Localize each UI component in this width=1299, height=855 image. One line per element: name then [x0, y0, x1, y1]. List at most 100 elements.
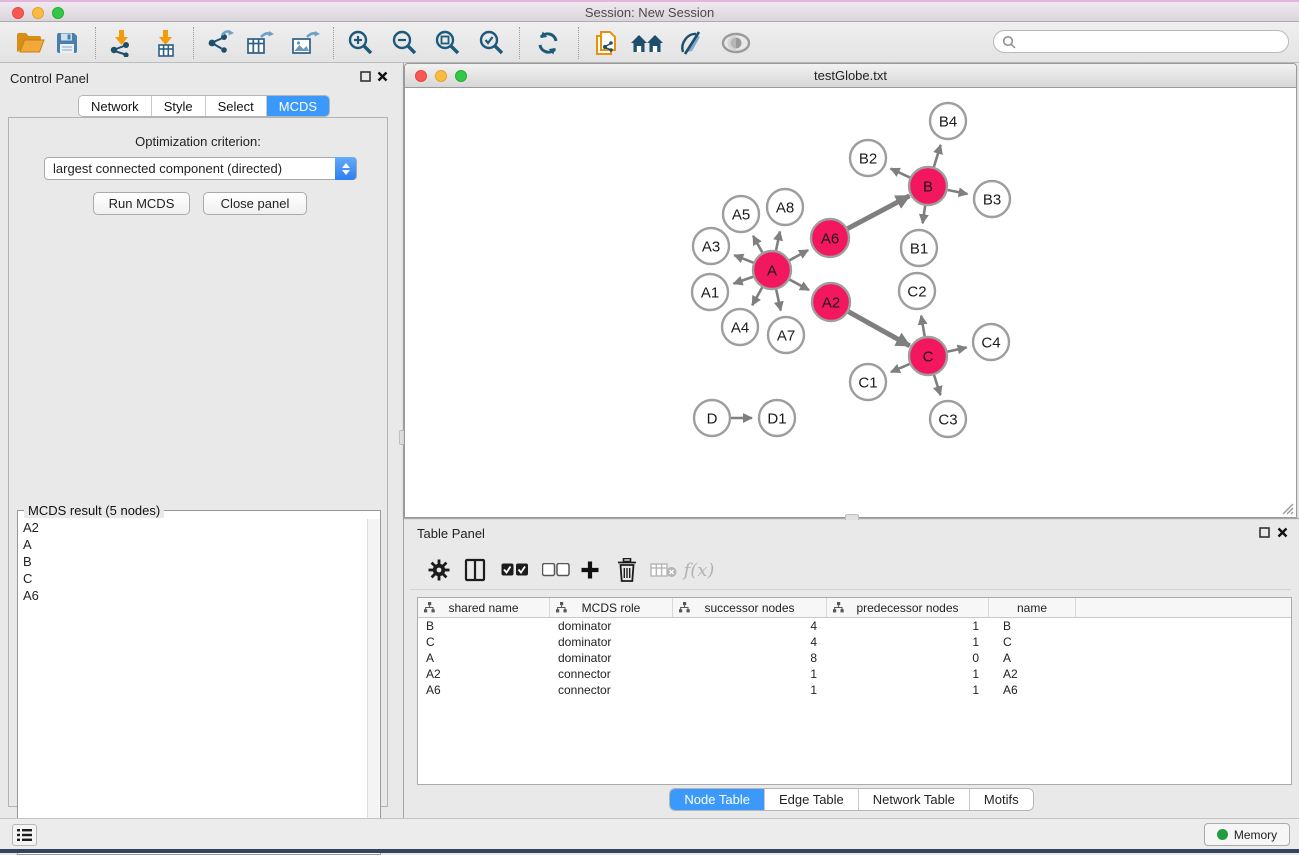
graph-node[interactable]: A8 [767, 189, 803, 225]
close-panel-icon[interactable] [377, 71, 388, 84]
export-network-icon[interactable] [203, 29, 237, 57]
graph-edge[interactable] [776, 289, 781, 311]
table-cell[interactable]: dominator [550, 634, 673, 650]
graph-node[interactable]: C4 [973, 324, 1009, 360]
add-column-icon[interactable] [575, 556, 605, 584]
graph-node[interactable]: B4 [930, 103, 966, 139]
table-cell[interactable]: 8 [673, 650, 827, 666]
task-history-button[interactable] [12, 824, 37, 846]
mcds-result-item[interactable]: A2 [19, 519, 367, 536]
table-cell[interactable]: B [989, 618, 1076, 634]
graph-node[interactable]: B [909, 167, 947, 205]
graph-node[interactable]: A [753, 251, 791, 289]
graph-node[interactable]: C3 [930, 401, 966, 437]
tab-mcds[interactable]: MCDS [267, 96, 329, 116]
table-cell[interactable]: A2 [418, 666, 550, 682]
mcds-result-item[interactable]: C [19, 570, 367, 587]
graph-edge[interactable] [734, 255, 754, 263]
table-cell[interactable]: A6 [418, 682, 550, 698]
table-cell[interactable]: connector [550, 666, 673, 682]
open-file-icon[interactable] [13, 29, 47, 57]
tab-network-table[interactable]: Network Table [859, 789, 970, 810]
float-table-panel-icon[interactable] [1259, 527, 1270, 540]
tab-network[interactable]: Network [79, 96, 152, 116]
criterion-dropdown[interactable]: largest connected component (directed) [44, 157, 357, 180]
network-graph[interactable]: B4B2BB3A5A8A6A3B1AA1C2A2A4A7C4CC1C3DD1 [405, 88, 1296, 516]
table-cell[interactable]: A [989, 650, 1076, 666]
export-table-icon[interactable] [243, 29, 277, 57]
graph-edge[interactable] [934, 374, 941, 395]
table-cell[interactable]: B [418, 618, 550, 634]
graph-node[interactable]: A7 [768, 317, 804, 353]
graph-edge[interactable] [947, 347, 967, 351]
function-builder-icon[interactable]: f(x) [684, 556, 714, 584]
mcds-result-scrollbar[interactable] [367, 519, 379, 853]
table-cell[interactable]: A6 [989, 682, 1076, 698]
graph-node[interactable]: B2 [850, 140, 886, 176]
table-cell[interactable]: 0 [827, 650, 989, 666]
graph-edge[interactable] [947, 190, 968, 194]
graph-edge[interactable] [847, 196, 910, 229]
zoom-in-icon[interactable] [344, 29, 378, 57]
clone-network-icon[interactable] [590, 29, 624, 57]
show-columns-icon[interactable] [460, 556, 490, 584]
graph-edge[interactable] [923, 205, 926, 223]
zoom-fit-icon[interactable] [431, 29, 465, 57]
table-cell[interactable]: 1 [827, 618, 989, 634]
mcds-result-item[interactable]: A [19, 536, 367, 553]
graph-node[interactable]: C2 [899, 273, 935, 309]
table-cell[interactable]: 4 [673, 618, 827, 634]
mcds-result-list[interactable]: A2ABCA6 [19, 519, 367, 853]
save-session-icon[interactable] [50, 29, 84, 57]
graph-edge[interactable] [776, 231, 780, 251]
graph-node[interactable]: A6 [811, 219, 849, 257]
table-cell[interactable]: dominator [550, 650, 673, 666]
table-cell[interactable]: C [989, 634, 1076, 650]
tab-select[interactable]: Select [206, 96, 267, 116]
table-row[interactable]: A6connector11A6 [418, 682, 1291, 698]
refresh-icon[interactable] [531, 29, 565, 57]
graph-edge[interactable] [848, 311, 910, 346]
table-cell[interactable]: A [418, 650, 550, 666]
cybrowser-home-icon[interactable] [630, 29, 664, 57]
mcds-result-item[interactable]: A6 [19, 587, 367, 604]
graph-edge[interactable] [752, 287, 762, 306]
memory-button[interactable]: Memory [1204, 823, 1290, 846]
column-header[interactable]: shared name [418, 598, 550, 617]
table-row[interactable]: Adominator80A [418, 650, 1291, 666]
zoom-selected-icon[interactable] [475, 29, 509, 57]
export-image-icon[interactable] [288, 29, 322, 57]
close-table-panel-icon[interactable] [1277, 527, 1288, 540]
graph-node[interactable]: A1 [692, 274, 728, 310]
table-row[interactable]: Cdominator41C [418, 634, 1291, 650]
graph-node[interactable]: B3 [974, 181, 1010, 217]
network-canvas[interactable]: B4B2BB3A5A8A6A3B1AA1C2A2A4A7C4CC1C3DD1 [405, 88, 1296, 517]
table-cell[interactable]: 1 [827, 666, 989, 682]
graph-edge[interactable] [891, 169, 911, 178]
network-window-titlebar[interactable]: testGlobe.txt [405, 64, 1296, 88]
resize-grip-icon[interactable] [1280, 501, 1294, 515]
deselect-all-rows-icon[interactable] [541, 556, 571, 584]
tab-motifs[interactable]: Motifs [970, 789, 1033, 810]
graph-node[interactable]: B1 [901, 230, 937, 266]
graph-node[interactable]: C1 [850, 364, 886, 400]
graph-node[interactable]: D1 [759, 400, 795, 436]
import-table-icon[interactable] [148, 29, 182, 57]
select-all-rows-icon[interactable] [500, 556, 530, 584]
graph-edge[interactable] [789, 250, 808, 261]
table-cell[interactable]: dominator [550, 618, 673, 634]
column-header[interactable]: successor nodes [673, 598, 827, 617]
table-cell[interactable]: C [418, 634, 550, 650]
run-mcds-button[interactable]: Run MCDS [93, 192, 190, 215]
graph-edge[interactable] [891, 364, 911, 373]
hide-labels-icon[interactable] [675, 29, 709, 57]
table-cell[interactable]: 1 [673, 682, 827, 698]
table-row[interactable]: Bdominator41B [418, 618, 1291, 634]
column-header[interactable]: predecessor nodes [827, 598, 989, 617]
graph-node[interactable]: A2 [812, 283, 850, 321]
graph-node[interactable]: D [694, 400, 730, 436]
mcds-result-item[interactable]: B [19, 553, 367, 570]
table-cell[interactable]: 1 [673, 666, 827, 682]
tab-style[interactable]: Style [152, 96, 206, 116]
zoom-out-icon[interactable] [388, 29, 422, 57]
